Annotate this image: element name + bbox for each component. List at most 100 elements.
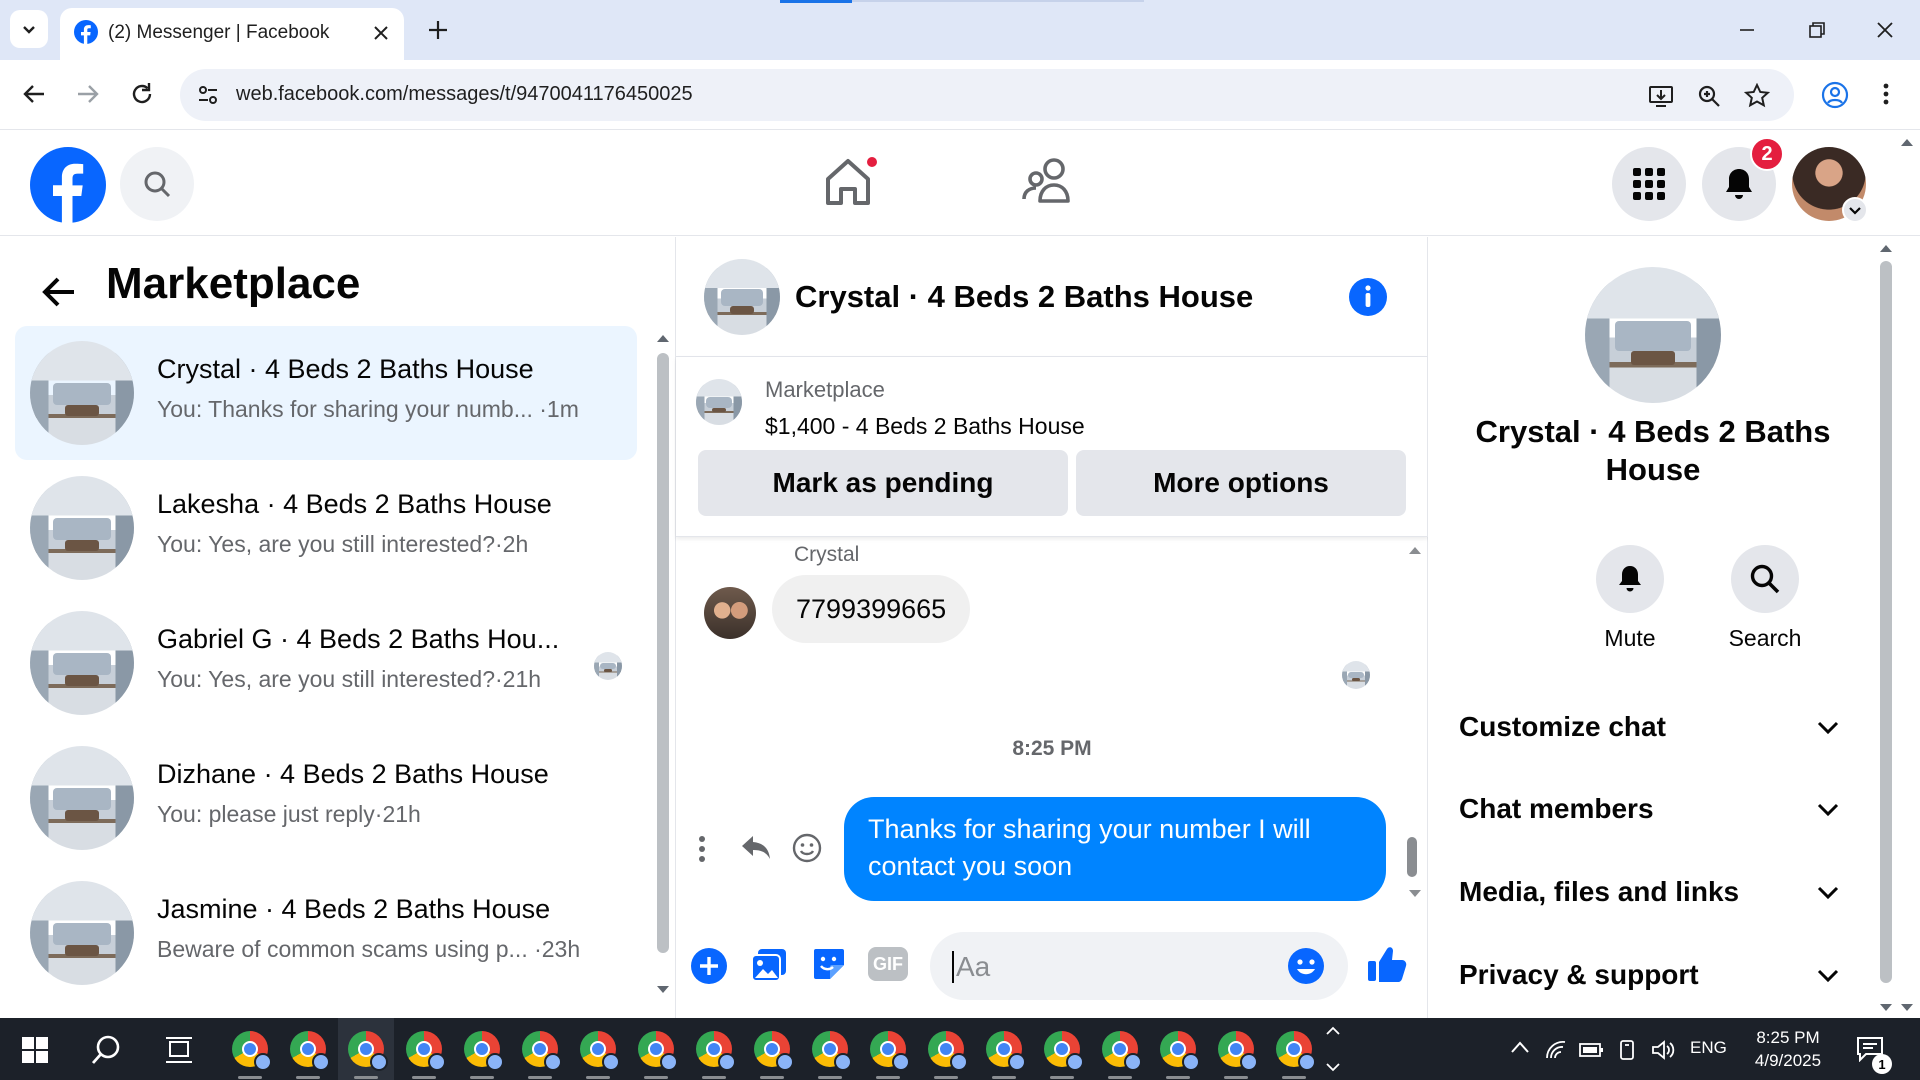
chrome-taskbar-icon[interactable]	[754, 1031, 794, 1071]
search-in-conversation-button[interactable]: Search	[1715, 545, 1815, 652]
facebook-search-button[interactable]	[120, 147, 194, 221]
chat-thumbnail[interactable]	[704, 259, 780, 335]
conversation-list-scrollbar[interactable]	[657, 353, 669, 953]
address-bar[interactable]: web.facebook.com/messages/t/947004117645…	[180, 69, 1794, 121]
privacy-support-section[interactable]: Privacy & support	[1459, 959, 1839, 999]
facebook-logo-icon[interactable]	[30, 147, 106, 223]
chat-members-section[interactable]: Chat members	[1459, 793, 1839, 833]
menu-button[interactable]	[1612, 147, 1686, 221]
install-app-icon[interactable]	[1648, 83, 1674, 109]
minimize-button[interactable]	[1732, 16, 1762, 44]
info-icon[interactable]	[1348, 277, 1388, 317]
chrome-taskbar-icon[interactable]	[290, 1031, 330, 1071]
profile-icon[interactable]	[1820, 80, 1850, 110]
wifi-icon[interactable]	[1544, 1038, 1568, 1062]
new-tab-icon[interactable]	[424, 16, 452, 44]
info-panel-scrollbar[interactable]	[1880, 261, 1892, 983]
reply-icon[interactable]	[740, 833, 772, 863]
scroll-down-arrow-icon[interactable]	[1879, 1003, 1893, 1013]
task-view-icon[interactable]	[164, 1036, 194, 1064]
chrome-taskbar-icon[interactable]	[348, 1031, 388, 1071]
meet-icon[interactable]	[1616, 1038, 1640, 1062]
message-input[interactable]: Aa	[930, 932, 1348, 1000]
scroll-up-arrow-icon[interactable]	[1408, 545, 1422, 555]
emoji-icon[interactable]	[1287, 947, 1325, 985]
taskbar-scroll-up-icon[interactable]	[1326, 1026, 1340, 1036]
account-menu-button[interactable]	[1842, 197, 1868, 223]
forward-icon[interactable]	[74, 80, 102, 108]
close-tab-icon[interactable]	[370, 22, 392, 44]
thumbs-up-icon[interactable]	[1366, 943, 1408, 985]
taskbar-search-icon[interactable]	[90, 1034, 122, 1066]
sender-avatar[interactable]	[704, 587, 756, 639]
add-icon[interactable]	[690, 947, 728, 985]
url-text[interactable]: web.facebook.com/messages/t/947004117645…	[236, 83, 693, 106]
chrome-taskbar-icon[interactable]	[928, 1031, 968, 1071]
sticker-icon[interactable]	[810, 945, 848, 983]
back-arrow-icon[interactable]	[40, 273, 78, 311]
restore-button[interactable]	[1802, 16, 1832, 44]
zoom-icon[interactable]	[1696, 83, 1722, 109]
conversation-item-lakesha[interactable]: Lakesha · 4 Beds 2 Baths House You: Yes,…	[15, 461, 637, 595]
chrome-taskbar-icon[interactable]	[638, 1031, 678, 1071]
chrome-taskbar-icon[interactable]	[406, 1031, 446, 1071]
chrome-taskbar-icon[interactable]	[812, 1031, 852, 1071]
scroll-down-arrow-icon[interactable]	[656, 985, 670, 995]
conversation-item-dizhane[interactable]: Dizhane · 4 Beds 2 Baths House You: plea…	[15, 731, 637, 865]
windows-start-icon[interactable]	[22, 1037, 48, 1063]
friends-icon[interactable]	[1020, 153, 1076, 209]
chrome-taskbar-icon[interactable]	[870, 1031, 910, 1071]
back-icon[interactable]	[20, 80, 48, 108]
chrome-taskbar-icon[interactable]	[522, 1031, 562, 1071]
chrome-taskbar-icon[interactable]	[464, 1031, 504, 1071]
tab-search-button[interactable]	[10, 10, 48, 48]
scroll-up-arrow-icon[interactable]	[656, 333, 670, 343]
battery-icon[interactable]	[1578, 1040, 1606, 1060]
browser-tab[interactable]: (2) Messenger | Facebook	[60, 8, 404, 60]
outgoing-message-bubble[interactable]: Thanks for sharing your number I will co…	[844, 797, 1386, 901]
conversation-item-gabriel[interactable]: Gabriel G · 4 Beds 2 Baths Hou... You: Y…	[15, 596, 637, 730]
customize-chat-section[interactable]: Customize chat	[1459, 711, 1839, 751]
taskbar-scroll-down-icon[interactable]	[1326, 1062, 1340, 1072]
reload-icon[interactable]	[128, 80, 156, 108]
chrome-taskbar-icon[interactable]	[1276, 1031, 1316, 1071]
conversation-item-crystal[interactable]: Crystal · 4 Beds 2 Baths House You: Than…	[15, 326, 637, 460]
taskbar-clock[interactable]: 8:25 PM 4/9/2025	[1750, 1026, 1826, 1072]
conversation-item-jasmine[interactable]: Jasmine · 4 Beds 2 Baths House Beware of…	[15, 866, 637, 1000]
input-language[interactable]: ENG	[1690, 1038, 1727, 1058]
react-icon[interactable]	[792, 833, 822, 863]
chrome-taskbar-icon[interactable]	[986, 1031, 1026, 1071]
show-hidden-icons-icon[interactable]	[1510, 1040, 1530, 1054]
chrome-taskbar-icon[interactable]	[1102, 1031, 1142, 1071]
media-files-links-section[interactable]: Media, files and links	[1459, 876, 1839, 916]
chrome-taskbar-icon[interactable]	[232, 1031, 272, 1071]
chat-scrollbar[interactable]	[1407, 837, 1417, 877]
chrome-taskbar-icon[interactable]	[696, 1031, 736, 1071]
browser-menu-icon[interactable]	[1876, 80, 1896, 108]
taskbar-running-indicator	[470, 1076, 494, 1079]
chat-info-thumbnail[interactable]	[1585, 267, 1721, 403]
close-window-button[interactable]	[1870, 16, 1900, 44]
photo-icon[interactable]	[750, 945, 788, 983]
mark-as-pending-button[interactable]: Mark as pending	[698, 450, 1068, 516]
chevron-down-icon	[23, 26, 35, 34]
chrome-taskbar-icon[interactable]	[580, 1031, 620, 1071]
mute-button[interactable]: Mute	[1580, 545, 1680, 652]
more-actions-icon[interactable]	[698, 835, 706, 863]
listing-title[interactable]: $1,400 - 4 Beds 2 Baths House	[765, 413, 1085, 440]
chat-title[interactable]: Crystal · 4 Beds 2 Baths House	[795, 279, 1253, 315]
chrome-taskbar-icon[interactable]	[1218, 1031, 1258, 1071]
incoming-message-bubble[interactable]: 7799399665	[772, 575, 971, 643]
site-info-icon[interactable]	[196, 83, 220, 107]
more-options-button[interactable]: More options	[1076, 450, 1406, 516]
chrome-taskbar-icon[interactable]	[1160, 1031, 1200, 1071]
tab-title: (2) Messenger | Facebook	[108, 22, 330, 43]
volume-icon[interactable]	[1650, 1038, 1676, 1062]
gif-button[interactable]: GIF	[868, 947, 908, 981]
page-scroll-down-icon[interactable]	[1900, 1003, 1914, 1013]
chrome-taskbar-icon[interactable]	[1044, 1031, 1084, 1071]
page-scroll-up-icon[interactable]	[1900, 137, 1914, 147]
scroll-up-arrow-icon[interactable]	[1879, 243, 1893, 253]
bookmark-star-icon[interactable]	[1744, 83, 1770, 109]
scroll-down-arrow-icon[interactable]	[1408, 889, 1422, 899]
